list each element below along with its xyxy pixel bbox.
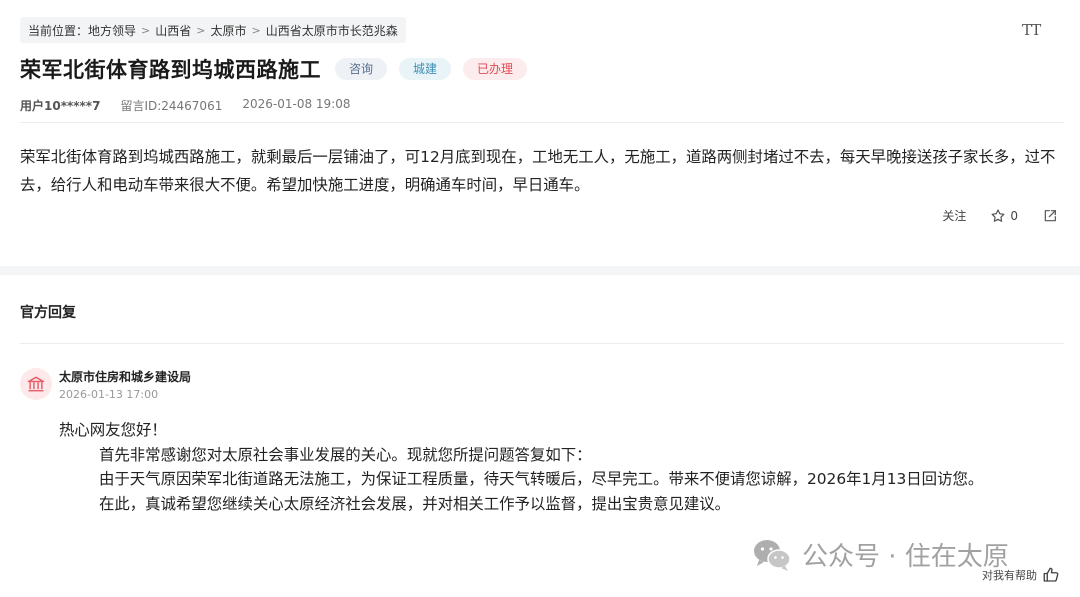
- breadcrumb-prefix: 当前位置：: [28, 23, 89, 38]
- reply-paragraph: 在此，真诚希望您继续关心太原经济社会发展，并对相关工作予以监督，提出宝贵意见建议…: [99, 494, 731, 513]
- breadcrumb-item-local-leaders[interactable]: 地方领导: [88, 22, 136, 39]
- reply-greeting: 热心网友您好！: [59, 421, 167, 439]
- follow-button[interactable]: 关注: [942, 207, 966, 224]
- tag-urban-construction: 城建: [399, 58, 452, 80]
- share-icon: [1044, 209, 1056, 221]
- thumbs-up-icon: [1043, 567, 1059, 582]
- tag-consult: 咨询: [335, 58, 388, 80]
- breadcrumb-separator: >: [141, 23, 151, 37]
- post-content: 荣军北街体育路到坞城西路施工，就剩最后一层铺油了，可12月底到现在，工地无工人，…: [20, 148, 1056, 194]
- breadcrumb-separator: >: [196, 23, 206, 37]
- helpful-button[interactable]: 对我有帮助: [982, 566, 1060, 584]
- share-button[interactable]: [1042, 208, 1058, 224]
- post-user: 用户10*****7: [20, 99, 101, 113]
- like-count: 0: [1010, 208, 1018, 223]
- breadcrumb: 当前位置： 地方领导 > 山西省 > 太原市 > 山西省太原市市长范兆森: [20, 17, 406, 43]
- font-size-toggle-label: TT: [1022, 21, 1041, 39]
- official-reply-heading: 官方回复: [20, 305, 76, 321]
- message-id: 留言ID:24467061: [120, 99, 223, 113]
- breadcrumb-item-city[interactable]: 太原市: [210, 22, 246, 39]
- post-date: 2026-01-08 19:08: [242, 97, 351, 111]
- section-gap: [0, 266, 1080, 275]
- divider: [20, 343, 1064, 344]
- reply-paragraph: 首先非常感谢您对太原社会事业发展的关心。现就您所提问题答复如下：: [99, 445, 592, 464]
- font-size-toggle-icon[interactable]: TT: [1022, 21, 1041, 39]
- breadcrumb-separator: >: [251, 23, 261, 37]
- divider: [20, 122, 1064, 123]
- like-button[interactable]: 0: [990, 208, 1018, 224]
- breadcrumb-item-mayor[interactable]: 山西省太原市市长范兆森: [266, 22, 398, 39]
- tag-handled: 已办理: [463, 58, 528, 80]
- post-meta: 用户10*****7 留言ID:24467061 2026-01-08 19:0…: [20, 97, 350, 114]
- post-actions: 关注 0: [942, 207, 1058, 224]
- reply-time: 2026-01-13 17:00: [59, 388, 159, 401]
- org-name: 太原市住房和城乡建设局: [59, 370, 192, 384]
- post-section: 当前位置： 地方领导 > 山西省 > 太原市 > 山西省太原市市长范兆森 TT …: [0, 0, 1080, 266]
- government-building-icon: [27, 376, 45, 392]
- title-row: 荣军北街体育路到坞城西路施工 咨询 城建 已办理: [20, 53, 528, 85]
- follow-label: 关注: [942, 209, 967, 223]
- watermark-text: 公众号 · 住在太原: [802, 542, 1009, 572]
- reply-body: 热心网友您好！ 首先非常感谢您对太原社会事业发展的关心。现就您所提问题答复如下：…: [59, 418, 1069, 516]
- wechat-icon: [754, 539, 791, 571]
- org-avatar: [20, 368, 52, 400]
- breadcrumb-item-province[interactable]: 山西省: [155, 22, 191, 39]
- star-icon: [991, 208, 1005, 222]
- helpful-label: 对我有帮助: [982, 569, 1037, 582]
- reply-paragraph: 由于天气原因荣军北街道路无法施工，为保证工程质量，待天气转暖后，尽早完工。带来不…: [99, 470, 984, 488]
- post-title: 荣军北街体育路到坞城西路施工: [20, 58, 321, 82]
- watermark: 公众号 · 住在太原: [752, 536, 1009, 573]
